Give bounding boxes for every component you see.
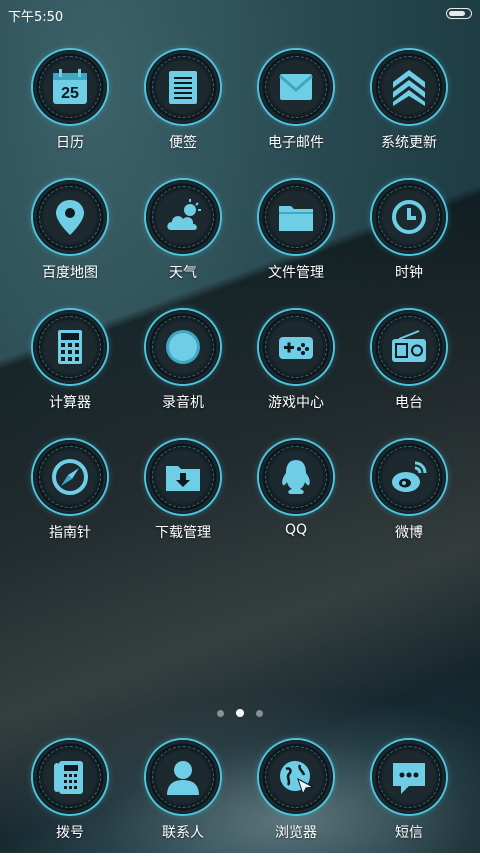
app-weather[interactable]: 天气	[128, 180, 238, 300]
gamepad-icon	[279, 337, 313, 359]
app-label: 指南针	[49, 525, 91, 541]
app-qq[interactable]: QQ	[241, 440, 351, 560]
app-label: 电子邮件	[268, 135, 324, 151]
notes-icon	[169, 71, 197, 104]
browser-icon	[280, 761, 315, 796]
page-dot-active	[236, 709, 244, 717]
app-label: 浏览器	[275, 825, 317, 841]
weibo-icon	[392, 461, 427, 492]
app-recorder[interactable]: 录音机	[128, 310, 238, 430]
app-file-manager[interactable]: 文件管理	[241, 180, 351, 300]
page-dot	[256, 710, 263, 717]
clock-icon	[392, 200, 426, 234]
page-indicator	[0, 702, 480, 717]
app-label: 系统更新	[381, 135, 437, 151]
app-clock[interactable]: 时钟	[354, 180, 464, 300]
app-label: 百度地图	[42, 265, 98, 281]
app-label: 天气	[169, 265, 197, 281]
app-label: 录音机	[162, 395, 204, 411]
app-download-manager[interactable]: 下载管理	[128, 440, 238, 560]
app-label: 微博	[395, 525, 423, 541]
mail-icon	[279, 74, 313, 100]
app-baidu-map[interactable]: 百度地图	[15, 180, 125, 300]
download-icon	[166, 466, 200, 491]
app-label: 短信	[395, 825, 423, 841]
app-label: 电台	[395, 395, 423, 411]
dock-messages[interactable]: 短信	[354, 740, 464, 860]
app-game-center[interactable]: 游戏中心	[241, 310, 351, 430]
update-icon	[393, 70, 425, 106]
app-mail[interactable]: 电子邮件	[241, 50, 351, 170]
app-weibo[interactable]: 微博	[354, 440, 464, 560]
qq-icon	[282, 460, 310, 494]
page-dot	[217, 710, 224, 717]
app-label: 日历	[56, 135, 84, 151]
app-label: 下载管理	[155, 525, 211, 541]
map-pin-icon	[56, 200, 84, 235]
app-label: 时钟	[395, 265, 423, 281]
app-label: 便签	[169, 135, 197, 151]
recorder-icon	[166, 330, 200, 364]
battery-icon	[446, 8, 472, 19]
phone-icon	[54, 761, 83, 794]
app-label: 联系人	[162, 825, 204, 841]
app-system-update[interactable]: 系统更新	[354, 50, 464, 170]
status-bar: 下午5:50	[0, 0, 480, 28]
app-calculator[interactable]: 计算器	[15, 310, 125, 430]
app-label: 拨号	[56, 825, 84, 841]
contact-icon	[167, 761, 199, 795]
app-label: 计算器	[49, 395, 91, 411]
radio-icon	[392, 330, 426, 362]
message-icon	[393, 763, 425, 794]
app-calendar[interactable]: 25 日历	[15, 50, 125, 170]
calendar-date: 25	[61, 85, 79, 102]
dock-phone[interactable]: 拨号	[15, 740, 125, 860]
status-time: 下午5:50	[8, 10, 64, 25]
app-compass[interactable]: 指南针	[15, 440, 125, 560]
compass-icon	[52, 459, 88, 495]
app-label: QQ	[284, 522, 308, 538]
folder-icon	[279, 206, 313, 231]
calendar-icon: 25	[53, 69, 87, 104]
dock-contacts[interactable]: 联系人	[128, 740, 238, 860]
dock-browser[interactable]: 浏览器	[241, 740, 351, 860]
app-label: 文件管理	[268, 265, 324, 281]
app-label: 游戏中心	[268, 395, 324, 411]
calculator-icon	[58, 330, 82, 364]
app-notes[interactable]: 便签	[128, 50, 238, 170]
weather-icon	[167, 199, 201, 230]
app-radio[interactable]: 电台	[354, 310, 464, 430]
